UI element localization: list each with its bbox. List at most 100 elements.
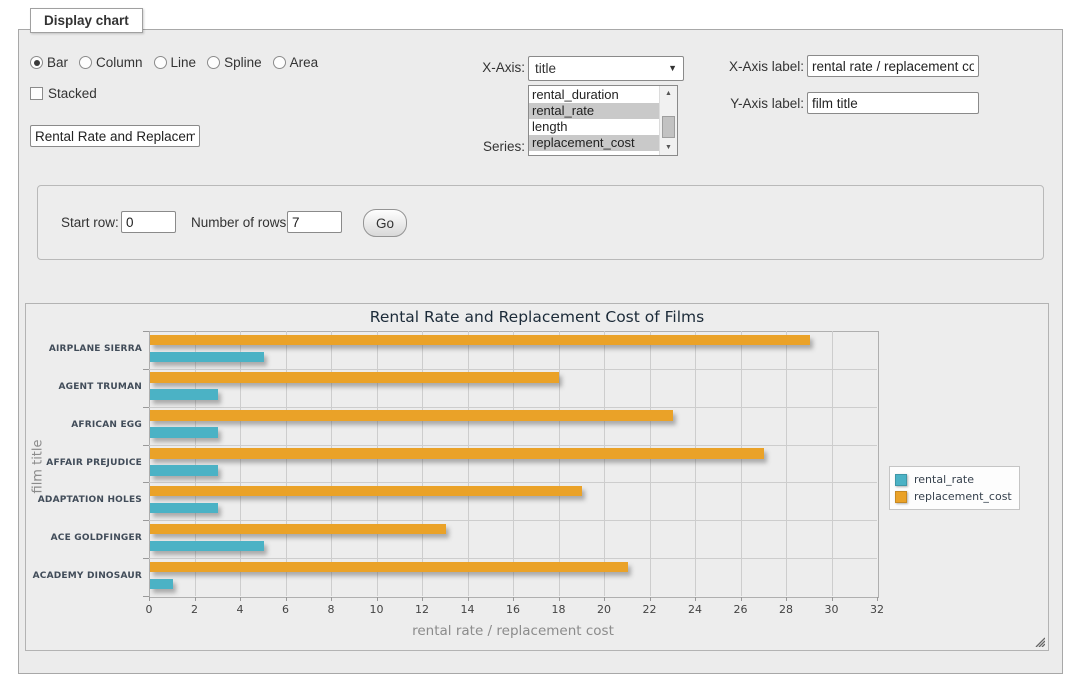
x-tickmark (559, 597, 560, 601)
x-tickmark (877, 597, 878, 601)
resize-handle-icon[interactable] (1033, 635, 1045, 647)
x-tickmark (786, 597, 787, 601)
gridline-v (377, 331, 378, 596)
chart-type-spline[interactable]: Spline (207, 55, 262, 70)
category-label: AFFAIR PREJUDICE (30, 458, 142, 468)
bar-rental-rate (150, 427, 218, 438)
x-tick-label: 30 (820, 603, 844, 616)
x-tick-label: 20 (592, 603, 616, 616)
chart-title-input[interactable] (30, 125, 200, 147)
scroll-up-icon[interactable]: ▲ (660, 86, 677, 101)
chart-type-radio-bar[interactable] (30, 56, 43, 69)
chart-type-label-line[interactable]: Line (171, 55, 197, 70)
gridline-v (422, 331, 423, 596)
bar-replacement-cost (150, 410, 673, 421)
x-tickmark (832, 597, 833, 601)
x-tick-label: 8 (319, 603, 343, 616)
bar-rental-rate (150, 389, 218, 400)
bar-rental-rate (150, 541, 264, 552)
xaxis-select[interactable]: title ▼ (528, 56, 684, 81)
x-tick-label: 4 (228, 603, 252, 616)
gridline-h (149, 369, 877, 370)
legend-swatch (895, 474, 907, 486)
num-rows-input[interactable] (287, 211, 342, 233)
chart-legend: rental_rate replacement_cost (889, 466, 1020, 510)
x-tickmark (513, 597, 514, 601)
x-tickmark (149, 597, 150, 601)
chart-type-radios: Bar Column Line Spline Area (30, 55, 322, 70)
gridline-h (149, 445, 877, 446)
series-option-rental_duration[interactable]: rental_duration (529, 87, 659, 103)
go-button[interactable]: Go (363, 209, 407, 237)
legend-item: replacement_cost (895, 488, 1012, 505)
panel-content: BarColumnLineSplineArea Stacked X-Axis: … (18, 29, 1061, 672)
category-label: AIRPLANE SIERRA (30, 344, 142, 354)
y-axis-label: film title (31, 433, 46, 493)
x-tickmark (741, 597, 742, 601)
y-tickmark (143, 407, 149, 408)
series-option-replacement_cost[interactable]: replacement_cost (529, 135, 659, 151)
series-listbox[interactable]: rental_durationrental_ratelengthreplacem… (528, 85, 678, 156)
bar-rental-rate (150, 465, 218, 476)
stacked-label[interactable]: Stacked (48, 86, 97, 101)
gridline-h (149, 482, 877, 483)
start-row-label: Start row: (61, 215, 119, 230)
x-tickmark (377, 597, 378, 601)
gridline-v (650, 331, 651, 596)
chart-type-radio-column[interactable] (79, 56, 92, 69)
chart-type-radio-area[interactable] (273, 56, 286, 69)
gridline-v (331, 331, 332, 596)
chart-title: Rental Rate and Replacement Cost of Film… (26, 308, 1048, 326)
gridline-v (513, 331, 514, 596)
y-tickmark (143, 520, 149, 521)
series-option-rental_rate[interactable]: rental_rate (529, 103, 659, 119)
xaxis-label-label: X-Axis label: (706, 59, 804, 74)
chart-type-label-spline[interactable]: Spline (224, 55, 262, 70)
gridline-v (786, 331, 787, 596)
yaxis-label-label: Y-Axis label: (706, 96, 804, 111)
chart-type-area[interactable]: Area (273, 55, 319, 70)
x-tick-label: 0 (137, 603, 161, 616)
chart-type-label-area[interactable]: Area (290, 55, 319, 70)
y-tickmark (143, 445, 149, 446)
series-option-length[interactable]: length (529, 119, 659, 135)
bar-replacement-cost (150, 486, 582, 497)
series-scrollbar[interactable]: ▲ ▼ (659, 86, 677, 155)
stacked-checkbox[interactable] (30, 87, 43, 100)
legend-swatch (895, 491, 907, 503)
x-tickmark (331, 597, 332, 601)
chart-type-line[interactable]: Line (154, 55, 197, 70)
x-tick-label: 14 (456, 603, 480, 616)
bar-replacement-cost (150, 562, 628, 573)
x-tick-label: 32 (865, 603, 889, 616)
gridline-v (832, 331, 833, 596)
x-tick-label: 16 (501, 603, 525, 616)
legend-label: rental_rate (914, 473, 974, 486)
gridline-v (195, 331, 196, 596)
chart-type-radio-line[interactable] (154, 56, 167, 69)
gridline-v (741, 331, 742, 596)
legend-label: replacement_cost (914, 490, 1012, 503)
x-axis-label: rental rate / replacement cost (149, 623, 877, 639)
scrollbar-thumb[interactable] (662, 116, 675, 138)
chart-type-column[interactable]: Column (79, 55, 143, 70)
chart-type-bar[interactable]: Bar (30, 55, 68, 70)
dropdown-arrow-icon: ▼ (668, 64, 677, 73)
x-tick-label: 18 (547, 603, 571, 616)
scroll-down-icon[interactable]: ▼ (660, 140, 677, 155)
chart-type-label-bar[interactable]: Bar (47, 55, 68, 70)
x-tick-label: 10 (365, 603, 389, 616)
gridline-h (149, 558, 877, 559)
yaxis-label-input[interactable] (807, 92, 979, 114)
start-row-input[interactable] (121, 211, 176, 233)
x-tickmark (422, 597, 423, 601)
category-label: ACE GOLDFINGER (30, 533, 142, 543)
xaxis-label-input[interactable] (807, 55, 979, 77)
chart-type-label-column[interactable]: Column (96, 55, 143, 70)
y-tickmark (143, 558, 149, 559)
panel-legend-title: Display chart (30, 8, 143, 33)
category-label: AFRICAN EGG (30, 420, 142, 430)
x-tick-label: 2 (183, 603, 207, 616)
chart-type-radio-spline[interactable] (207, 56, 220, 69)
bar-replacement-cost (150, 524, 446, 535)
